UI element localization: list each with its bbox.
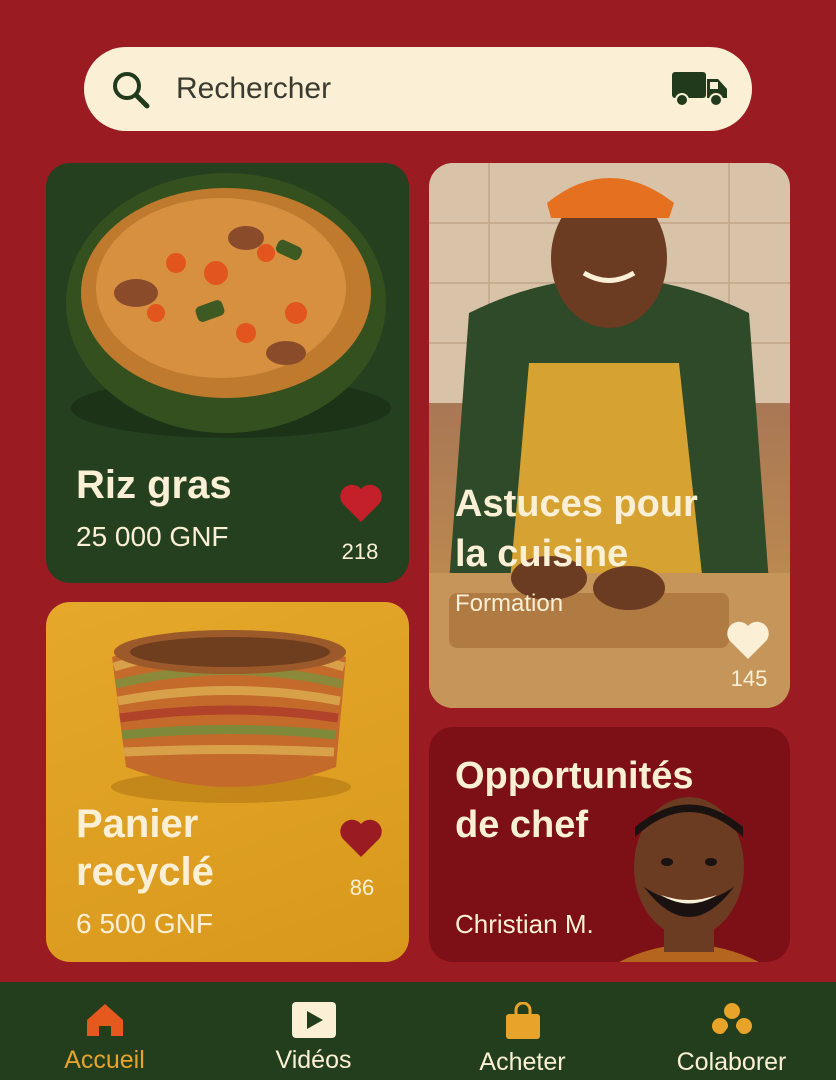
video-icon (291, 1002, 336, 1038)
bottom-nav: Accueil Vidéos Acheter Colaborer (0, 982, 836, 1080)
search-input[interactable]: Rechercher (176, 72, 672, 106)
card-title: Riz gras (76, 463, 232, 507)
nav-label: Vidéos (275, 1046, 352, 1074)
nav-item-accueil[interactable]: Accueil (0, 982, 209, 1080)
card-title-line2: recyclé (76, 850, 214, 894)
like-count: 145 (730, 666, 768, 691)
card-title-line2: la cuisine (455, 533, 629, 575)
rice-bowl-image (66, 173, 391, 438)
search-icon[interactable] (110, 69, 150, 109)
card-price: 6 500 GNF (76, 908, 213, 939)
like-count: 86 (349, 875, 375, 900)
card-riz-gras[interactable]: Riz gras 25 000 GNF 218 (46, 163, 409, 583)
nav-label: Colaborer (676, 1048, 787, 1076)
card-astuces-cuisine[interactable]: Astuces pour la cuisine Formation 145 (429, 163, 790, 708)
card-panier-recycle[interactable]: Panier recyclé 6 500 GNF 86 (46, 602, 409, 962)
card-title-line1: Astuces pour (455, 483, 698, 525)
card-opportunites-chef[interactable]: Opportunités de chef Christian M. (429, 727, 790, 962)
search-bar[interactable]: Rechercher (84, 47, 752, 131)
home-icon (86, 1004, 123, 1036)
nav-item-videos[interactable]: Vidéos (209, 982, 418, 1080)
card-title-line2: de chef (455, 804, 589, 846)
heart-icon[interactable] (339, 483, 383, 523)
card-title-line1: Panier (76, 802, 199, 846)
shopping-bag-icon (505, 1002, 540, 1039)
nav-label: Accueil (64, 1046, 145, 1074)
heart-icon[interactable] (726, 620, 770, 660)
truck-icon[interactable] (672, 70, 728, 108)
like-count: 218 (341, 539, 379, 564)
nav-item-acheter[interactable]: Acheter (418, 982, 627, 1080)
chef-name: Christian M. (455, 909, 594, 939)
card-title-line1: Opportunités (455, 755, 694, 797)
card-price: 25 000 GNF (76, 521, 229, 552)
nav-label: Acheter (479, 1048, 566, 1076)
card-subtitle: Formation (455, 590, 564, 617)
nav-item-colaborer[interactable]: Colaborer (627, 982, 836, 1080)
woven-basket-image (111, 630, 351, 803)
collaborate-icon (711, 1003, 752, 1034)
chef-portrait-image (619, 797, 759, 962)
heart-icon[interactable] (339, 818, 383, 858)
